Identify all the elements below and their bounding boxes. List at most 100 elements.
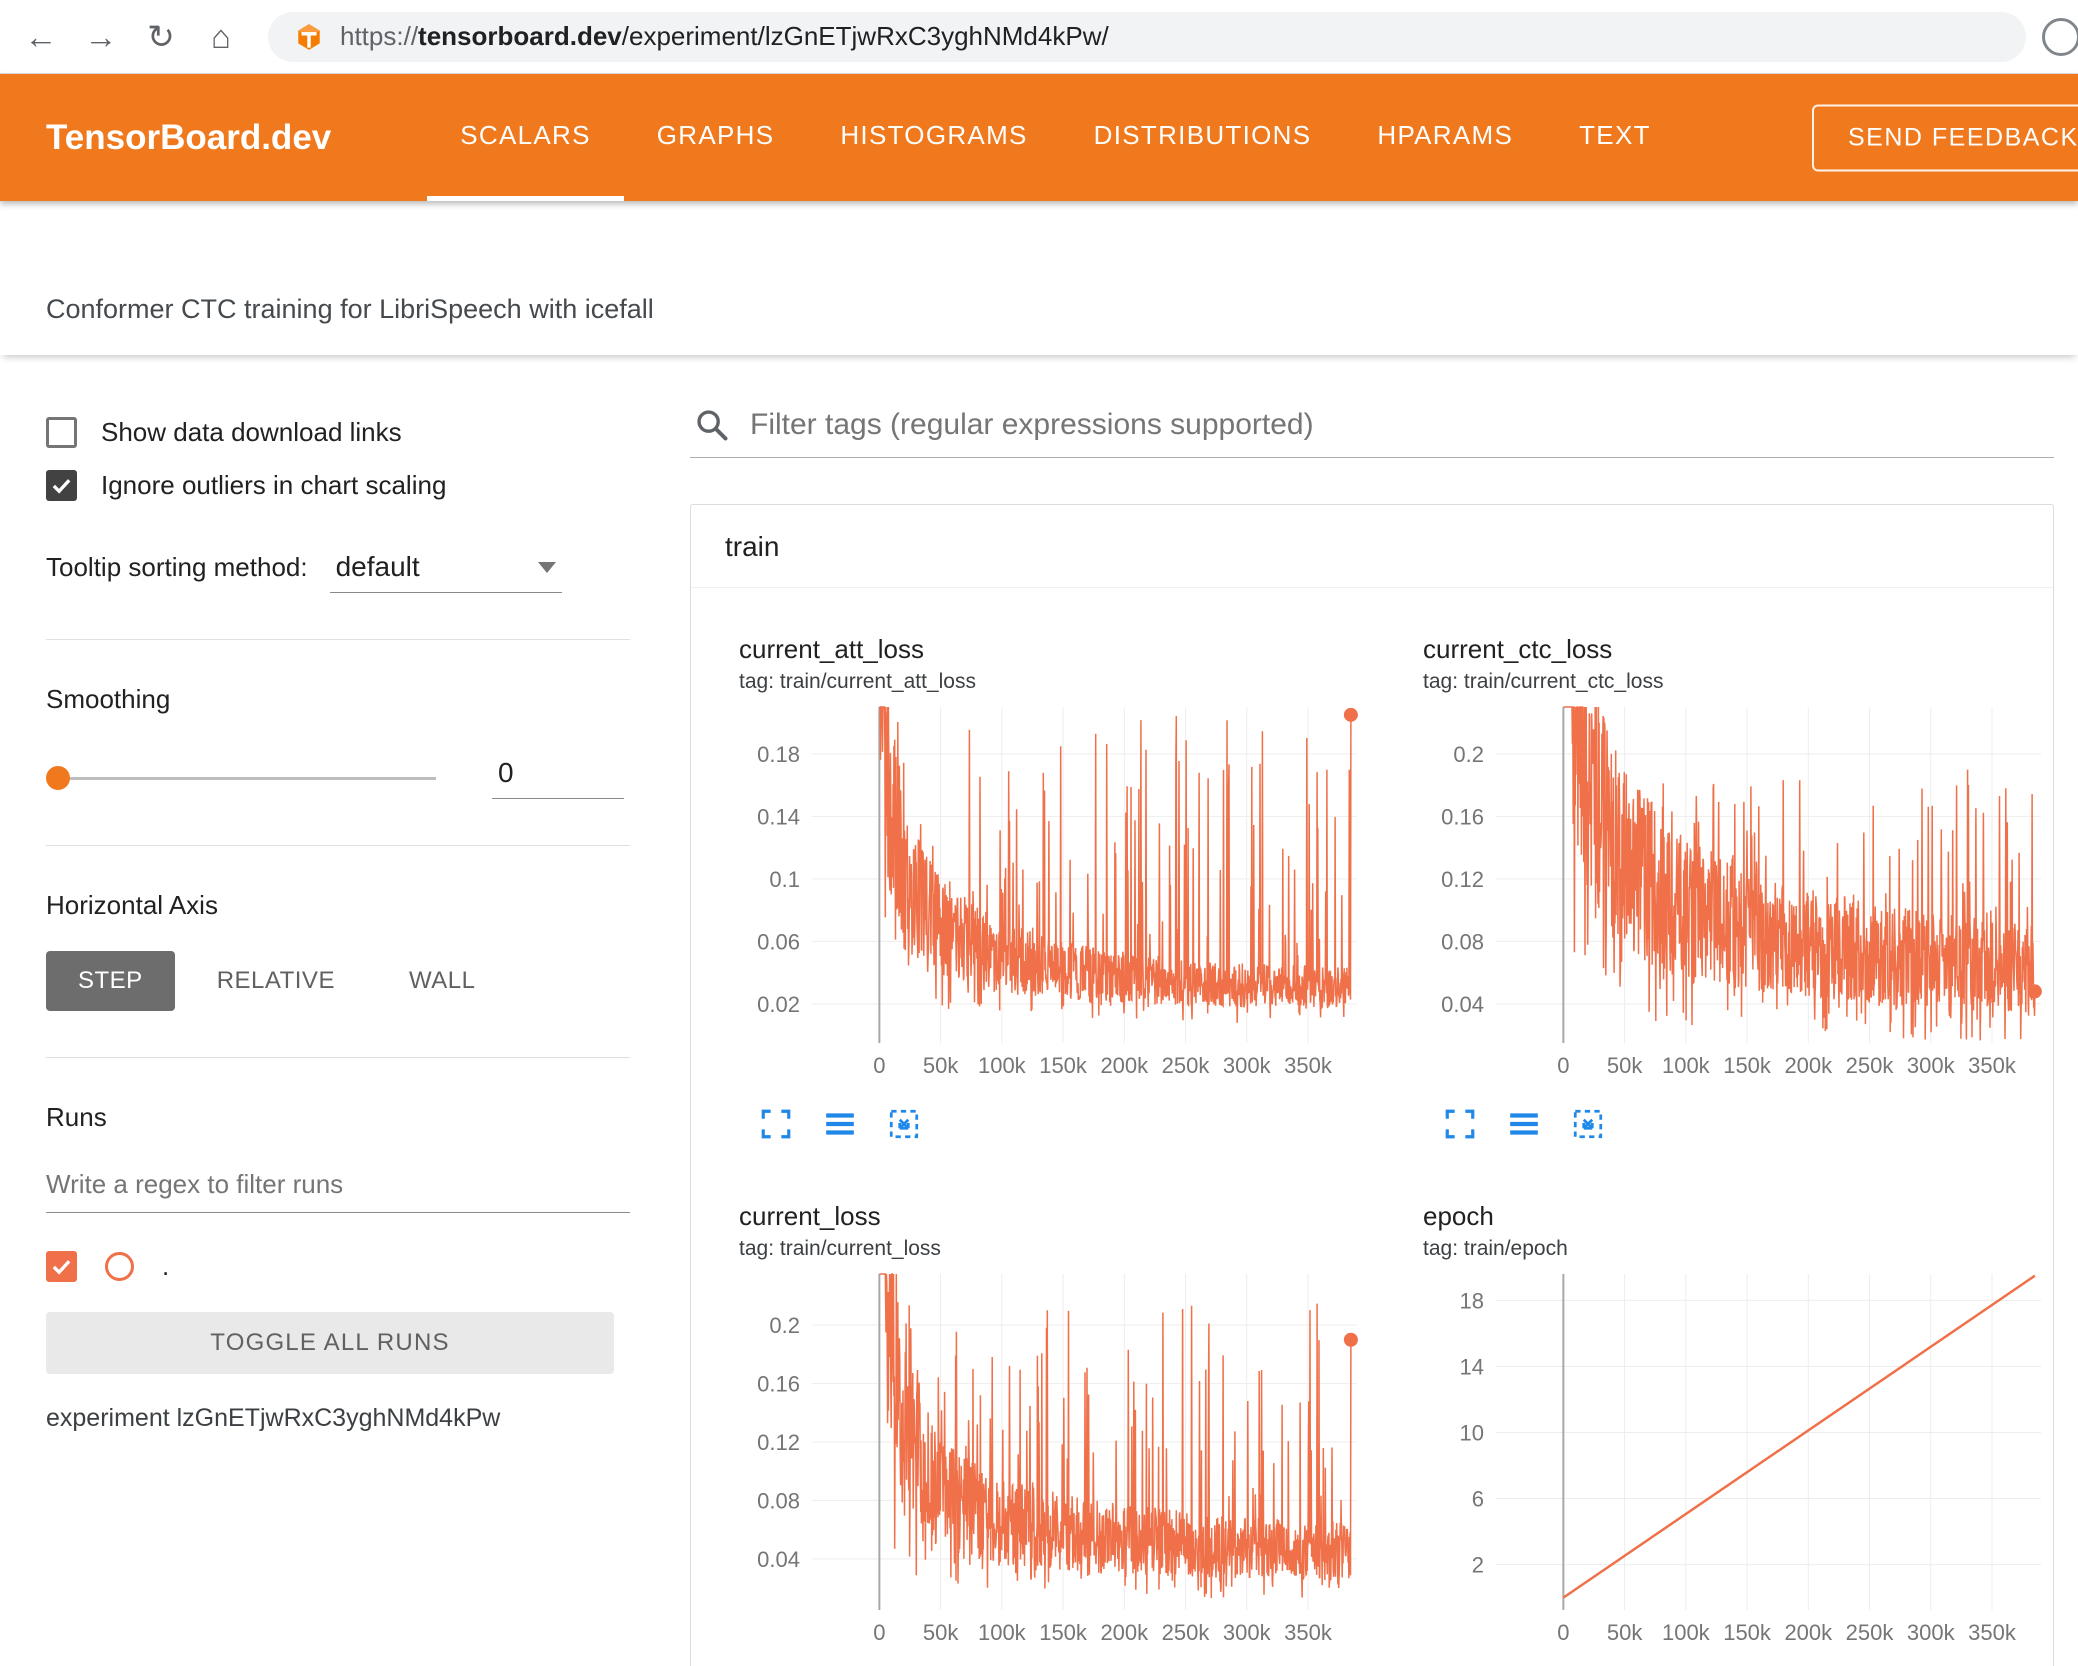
horizontal-axis-label: Horizontal Axis	[46, 890, 218, 920]
tab-histograms[interactable]: HISTOGRAMS	[807, 74, 1060, 201]
svg-text:350k: 350k	[1968, 1620, 2017, 1645]
svg-text:300k: 300k	[1907, 1053, 1956, 1078]
svg-text:100k: 100k	[978, 1620, 1027, 1645]
chart-title: epoch	[1423, 1201, 1494, 1231]
filter-tags-input[interactable]	[748, 407, 2050, 443]
svg-text:0.18: 0.18	[757, 742, 800, 767]
scalar-chart[interactable]: 0 50k 100k 150k 200k 250k 300k 350k 0.04 0.08 0.12…	[717, 1266, 1367, 1662]
expand-chart-button[interactable]	[759, 1107, 793, 1141]
svg-text:300k: 300k	[1223, 1620, 1272, 1645]
svg-text:2: 2	[1472, 1553, 1484, 1578]
back-icon: ←	[24, 17, 58, 55]
svg-text:50k: 50k	[923, 1053, 959, 1078]
svg-text:300k: 300k	[1907, 1620, 1956, 1645]
scalar-chart[interactable]: 0 50k 100k 150k 200k 250k 300k 350k 2 6 10 14 18	[1401, 1266, 2051, 1662]
svg-text:50k: 50k	[923, 1620, 959, 1645]
smoothing-slider[interactable]	[46, 765, 436, 791]
step-axis-button[interactable]: STEP	[46, 951, 175, 1011]
run-row: .	[46, 1251, 630, 1282]
svg-text:150k: 150k	[1039, 1053, 1088, 1078]
svg-text:200k: 200k	[1100, 1053, 1149, 1078]
url-text: https://tensorboard.dev/experiment/lzGnE…	[340, 21, 1109, 51]
ignore-outliers-label: Ignore outliers in chart scaling	[101, 470, 447, 500]
url-bar[interactable]: https://tensorboard.dev/experiment/lzGnE…	[268, 11, 2026, 62]
smoothing-label: Smoothing	[46, 684, 171, 714]
tab-scalars[interactable]: SCALARS	[427, 74, 624, 201]
ignore-outliers-checkbox[interactable]	[46, 470, 77, 501]
browser-avatar[interactable]	[2042, 17, 2078, 56]
tab-distributions[interactable]: DISTRIBUTIONS	[1061, 74, 1345, 201]
svg-text:100k: 100k	[1662, 1053, 1711, 1078]
relative-axis-button[interactable]: RELATIVE	[185, 951, 367, 1011]
home-icon: ⌂	[211, 17, 231, 55]
svg-text:6: 6	[1472, 1487, 1484, 1512]
svg-text:18: 18	[1460, 1288, 1484, 1313]
svg-text:300k: 300k	[1223, 1053, 1272, 1078]
svg-text:0: 0	[1557, 1620, 1569, 1645]
browser-chrome: ← → ↻ ⌂ https://tensorboard.dev/experime…	[0, 0, 2078, 74]
app-header: TensorBoard.dev SCALARS GRAPHS HISTOGRAM…	[0, 74, 2078, 201]
back-button[interactable]: ←	[14, 10, 68, 64]
run-checkbox[interactable]	[46, 1251, 77, 1282]
chart-card-epoch: epoch tag: train/epoch 0 50k 100k 150k 200k 2…	[1401, 1201, 2053, 1666]
settings-sidebar: Show data download links Ignore outliers…	[0, 355, 660, 1666]
forward-button[interactable]: →	[74, 10, 128, 64]
scalar-chart[interactable]: 0 50k 100k 150k 200k 250k 300k 350k 0.02 0.06 0.1 0…	[717, 699, 1367, 1095]
svg-text:0.04: 0.04	[757, 1547, 800, 1572]
wall-axis-button[interactable]: WALL	[377, 951, 507, 1011]
svg-text:0: 0	[1557, 1053, 1569, 1078]
svg-text:0.16: 0.16	[1441, 804, 1484, 829]
reload-button[interactable]: ↻	[134, 10, 188, 64]
divider	[46, 1057, 630, 1058]
show-download-links-checkbox[interactable]	[46, 417, 77, 448]
tab-graphs[interactable]: GRAPHS	[624, 74, 808, 201]
chart-tag: tag: train/epoch	[1423, 1237, 1568, 1260]
run-color-icon	[105, 1252, 134, 1281]
experiment-title: Conformer CTC training for LibriSpeech w…	[46, 294, 654, 324]
tab-text[interactable]: TEXT	[1546, 74, 1684, 201]
svg-text:350k: 350k	[1968, 1053, 2017, 1078]
run-name-label: .	[162, 1251, 170, 1281]
svg-text:0.2: 0.2	[1453, 742, 1484, 767]
svg-text:50k: 50k	[1607, 1620, 1643, 1645]
expand-chart-button[interactable]	[1443, 1107, 1477, 1141]
tag-group-title: train	[725, 531, 780, 562]
svg-text:0.02: 0.02	[757, 992, 800, 1017]
fit-domain-button[interactable]	[887, 1107, 921, 1141]
chart-toolbar	[717, 1107, 1377, 1141]
runs-filter-input[interactable]	[46, 1163, 630, 1213]
tab-hparams[interactable]: HPARAMS	[1344, 74, 1546, 201]
smoothing-value-field[interactable]: 0	[492, 757, 624, 799]
chart-card-current-loss: current_loss tag: train/current_loss 0 50…	[717, 1201, 1377, 1666]
log-scale-button[interactable]	[1507, 1107, 1541, 1141]
tag-group-header[interactable]: train	[691, 505, 2053, 588]
svg-text:0.08: 0.08	[757, 1488, 800, 1513]
svg-text:150k: 150k	[1723, 1053, 1772, 1078]
log-scale-button[interactable]	[823, 1107, 857, 1141]
scalar-chart[interactable]: 0 50k 100k 150k 200k 250k 300k 350k 0.04 0.08 0.12…	[1401, 699, 2051, 1095]
toggle-all-runs-button[interactable]: TOGGLE ALL RUNS	[46, 1312, 614, 1374]
reload-icon: ↻	[147, 18, 175, 55]
title-strip: Conformer CTC training for LibriSpeech w…	[0, 201, 2078, 355]
svg-text:0.2: 0.2	[769, 1313, 800, 1338]
charts-grid: current_att_loss tag: train/current_att_…	[691, 588, 2053, 1666]
main-area: train current_att_loss tag: train/curren…	[660, 355, 2078, 1666]
svg-text:0.08: 0.08	[1441, 929, 1484, 954]
header-tabs: SCALARS GRAPHS HISTOGRAMS DISTRIBUTIONS …	[427, 74, 1684, 201]
show-download-links-label: Show data download links	[101, 417, 402, 447]
svg-text:0.14: 0.14	[757, 804, 800, 829]
tensorboard-logo[interactable]: TensorBoard.dev	[0, 118, 331, 158]
search-icon	[694, 407, 730, 443]
home-button[interactable]: ⌂	[194, 10, 248, 64]
svg-text:0.12: 0.12	[757, 1430, 800, 1455]
svg-text:200k: 200k	[1784, 1053, 1833, 1078]
chart-tag: tag: train/current_ctc_loss	[1423, 670, 1664, 693]
fit-domain-button[interactable]	[1571, 1107, 1605, 1141]
slider-thumb[interactable]	[46, 766, 70, 790]
tooltip-sorting-dropdown[interactable]: default	[329, 551, 562, 593]
tag-group-card: train current_att_loss tag: train/curren…	[690, 504, 2054, 1666]
send-feedback-button[interactable]: SEND FEEDBACK	[1812, 104, 2078, 171]
svg-text:14: 14	[1460, 1354, 1484, 1379]
svg-text:0.1: 0.1	[769, 867, 800, 892]
svg-text:350k: 350k	[1284, 1620, 1333, 1645]
